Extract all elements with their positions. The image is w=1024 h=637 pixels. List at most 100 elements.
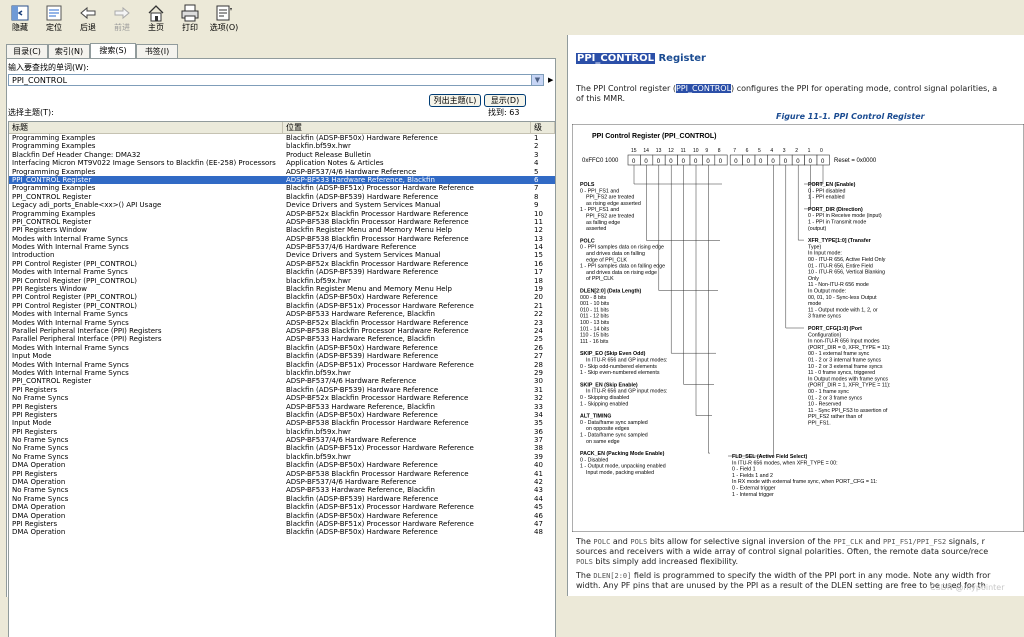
table-row[interactable]: No Frame Syncs ADSP-BF52x Blackfin Proces… [9,394,555,402]
right-field-line: 10 - ITU-R 656, Vertical Blanking [808,270,885,276]
column-rank[interactable]: 级 [531,122,555,133]
column-location[interactable]: 位置 [283,122,531,133]
right-field-line: In Output modes with frame syncs [808,376,888,382]
table-row[interactable]: PPI Registers Blackfin (ADSP-BF50x) Hardw… [9,411,555,419]
left-field-line: DLEN[2:0] (Data Length) [580,289,641,295]
table-row[interactable]: PPI Registers blackfin.bf59x.hwr 36 [9,428,555,436]
locate-label: 定位 [46,23,62,32]
locate-button[interactable]: 定位 [38,3,70,37]
right-field-line: Configuration) [808,332,842,338]
table-row[interactable]: Programming Examples ADSP-BF537/4/6 Hardw… [9,168,555,176]
table-row[interactable]: Introduction Device Drivers and System Se… [9,251,555,259]
row-rank: 12 [534,226,543,235]
bit-number: 14 [643,148,649,154]
table-row[interactable]: PPI_CONTROL Register ADSP-BF537/4/6 Hardw… [9,377,555,385]
options-button[interactable]: 选项(O) [208,3,240,37]
row-location: ADSP-BF538 Blackfin Processor Hardware R… [286,469,469,478]
row-title: Modes With Internal Frame Syncs [12,368,129,377]
table-row[interactable]: Programming Examples Blackfin (ADSP-BF51x… [9,184,555,192]
table-row[interactable]: PPI Control Register (PPI_CONTROL) Blackf… [9,302,555,310]
table-row[interactable]: Modes with Internal Frame Syncs ADSP-BF53… [9,310,555,318]
results-rows: Programming Examples Blackfin (ADSP-BF50x… [9,134,555,537]
intro-paragraph: The PPI Control register (PPI_CONTROL) c… [576,84,997,94]
table-row[interactable]: PPI Registers Window Blackfin Register Me… [9,226,555,234]
table-row[interactable]: Modes With Internal Frame Syncs Blackfin … [9,361,555,369]
table-row[interactable]: No Frame Syncs Blackfin (ADSP-BF539) Hard… [9,495,555,503]
table-row[interactable]: PPI Registers Blackfin (ADSP-BF51x) Proce… [9,520,555,528]
forward-button[interactable]: 前进 [106,3,138,37]
table-row[interactable]: PPI Control Register (PPI_CONTROL) Blackf… [9,293,555,301]
table-row[interactable]: Modes With Internal Frame Syncs Blackfin … [9,344,555,352]
table-row[interactable]: Input Mode ADSP-BF538 Blackfin Processor … [9,419,555,427]
table-row[interactable]: DMA Operation Blackfin (ADSP-BF50x) Hardw… [9,528,555,536]
table-row[interactable]: Programming Examples blackfin.bf59x.hwr 2 [9,142,555,150]
hide-button[interactable]: 隐藏 [4,3,36,37]
table-row[interactable]: PPI Control Register (PPI_CONTROL) blackf… [9,277,555,285]
p1-c: bits allow for selective signal inversio… [647,537,834,546]
column-title[interactable]: 标题 [9,122,283,133]
home-button[interactable]: 主页 [140,3,172,37]
display-button[interactable]: 显示(D) [484,94,526,107]
row-rank: 13 [534,234,543,243]
table-row[interactable]: PPI Registers ADSP-BF533 Hardware Referen… [9,403,555,411]
table-row[interactable]: PPI_CONTROL Register ADSP-BF533 Hardware … [9,175,555,185]
table-row[interactable]: Modes With Internal Frame Syncs ADSP-BF53… [9,243,555,251]
table-row[interactable]: No Frame Syncs Blackfin (ADSP-BF51x) Proc… [9,444,555,452]
row-rank: 47 [534,519,543,528]
row-title: Input Mode [12,352,52,361]
bit-number: 0 [820,148,823,154]
table-row[interactable]: Modes With Internal Frame Syncs blackfin.… [9,369,555,377]
row-title: Modes with Internal Frame Syncs [12,310,128,319]
tab-bookmarks[interactable]: 书签(I) [136,44,178,58]
table-row[interactable]: PPI Registers Blackfin (ADSP-BF539) Hardw… [9,386,555,394]
row-location: Blackfin (ADSP-BF51x) Processor Hardware… [286,360,474,369]
table-row[interactable]: No Frame Syncs ADSP-BF533 Hardware Refere… [9,486,555,494]
row-title: Programming Examples [12,167,96,176]
right-field-line: 11 - Sync PPI_FS3 to assertion of [808,408,888,414]
row-rank: 8 [534,192,539,201]
right-field-line: mode [808,301,821,307]
table-row[interactable]: Legacy adi_ports_Enable<xx>() API Usage D… [9,201,555,209]
table-row[interactable]: No Frame Syncs ADSP-BF537/4/6 Hardware Re… [9,436,555,444]
play-arrow-icon[interactable]: ▶ [548,76,553,84]
row-title: Modes With Internal Frame Syncs [12,360,129,369]
table-row[interactable]: DMA Operation Blackfin (ADSP-BF51x) Proce… [9,503,555,511]
row-title: Programming Examples [12,209,96,218]
right-field-line: 0 - PPI disabled [808,188,845,194]
table-row[interactable]: Parallel Peripheral Interface (PPI) Regi… [9,335,555,343]
table-row[interactable]: PPI Registers ADSP-BF538 Blackfin Process… [9,470,555,478]
table-row[interactable]: PPI Control Register (PPI_CONTROL) ADSP-B… [9,260,555,268]
table-row[interactable]: Interfacing Micron MT9V022 Image Sensors… [9,159,555,167]
tab-search[interactable]: 搜索(S) [90,43,136,58]
title-highlight: PPI_CONTROL [576,53,655,64]
chevron-down-icon[interactable]: ▼ [531,75,543,85]
left-field-line: 011 - 12 bits [580,314,609,320]
table-row[interactable]: DMA Operation Blackfin (ADSP-BF50x) Hardw… [9,461,555,469]
table-row[interactable]: Parallel Peripheral Interface (PPI) Regi… [9,327,555,335]
left-field-line: as falling edge [586,220,620,226]
row-title: No Frame Syncs [12,486,69,495]
table-row[interactable]: Modes with Internal Frame Syncs ADSP-BF53… [9,235,555,243]
row-rank: 5 [534,167,539,176]
row-title: Parallel Peripheral Interface (PPI) Regi… [12,326,162,335]
table-row[interactable]: PPI_CONTROL Register Blackfin (ADSP-BF539… [9,193,555,201]
table-row[interactable]: Modes with Internal Frame Syncs Blackfin … [9,268,555,276]
table-row[interactable]: DMA Operation Blackfin (ADSP-BF50x) Hardw… [9,512,555,520]
table-row[interactable]: Modes With Internal Frame Syncs ADSP-BF52… [9,319,555,327]
table-row[interactable]: DMA Operation ADSP-BF537/4/6 Hardware Ref… [9,478,555,486]
table-row[interactable]: Input Mode Blackfin (ADSP-BF539) Hardware… [9,352,555,360]
table-row[interactable]: No Frame Syncs blackfin.bf59x.hwr 39 [9,453,555,461]
row-rank: 34 [534,410,543,419]
table-row[interactable]: PPI Registers Window Blackfin Register Me… [9,285,555,293]
p1-e: signals, r [946,537,985,546]
table-row[interactable]: Programming Examples Blackfin (ADSP-BF50x… [9,134,555,142]
table-row[interactable]: PPI_CONTROL Register ADSP-BF538 Blackfin … [9,218,555,226]
tab-contents[interactable]: 目录(C) [6,44,48,58]
list-topics-button[interactable]: 列出主题(L) [429,94,481,107]
table-row[interactable]: Programming Examples ADSP-BF52x Blackfin … [9,210,555,218]
table-row[interactable]: Blackfin Def Header Change: DMA32 Product… [9,151,555,159]
tab-index[interactable]: 索引(N) [48,44,90,58]
print-button[interactable]: 打印 [174,3,206,37]
back-button[interactable]: 后退 [72,3,104,37]
keyword-input[interactable]: PPI_CONTROL ▼ [8,74,544,86]
